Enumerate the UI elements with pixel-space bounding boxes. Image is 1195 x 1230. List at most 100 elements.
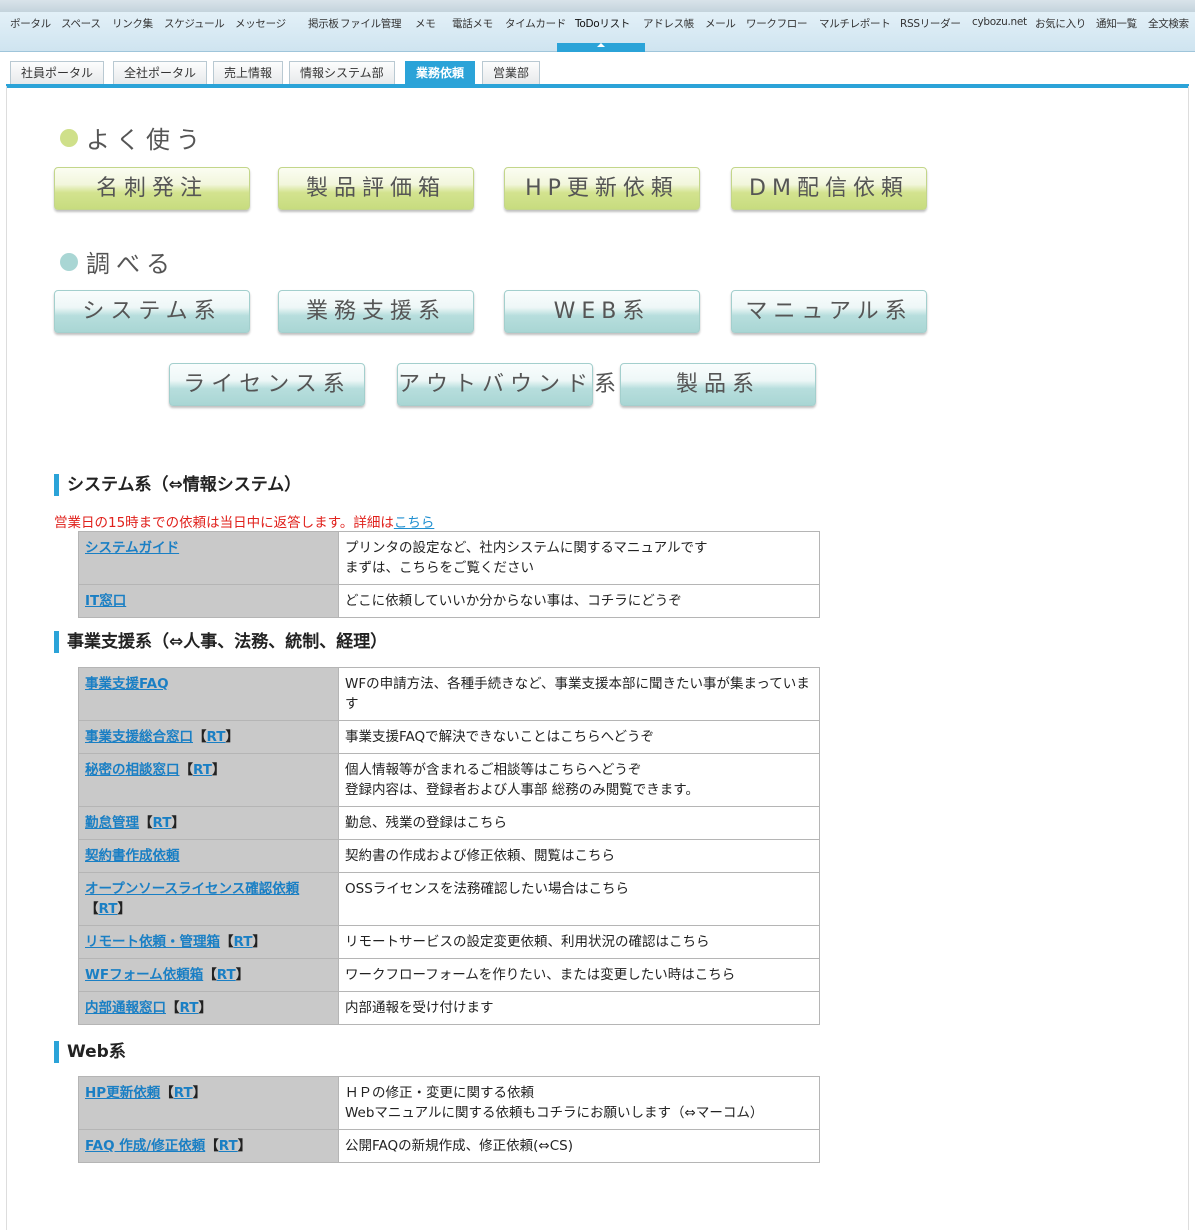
portal-tabs: 社員ポータル 全社ポータル 売上情報 情報システム部 業務依頼 営業部 bbox=[0, 52, 1195, 88]
app-nav-item[interactable]: RSSリーダー bbox=[900, 16, 961, 31]
app-nav-item[interactable]: タイムカード bbox=[505, 16, 566, 31]
link-cell: IT窓口 bbox=[78, 584, 339, 618]
lookup-button[interactable]: ライセンス系 bbox=[169, 363, 365, 406]
bracket-open: 【 bbox=[166, 1000, 180, 1016]
bracket-close: 】 bbox=[237, 1138, 252, 1154]
app-nav-item[interactable]: メッセージ bbox=[235, 16, 286, 31]
app-nav-item[interactable]: スペース bbox=[61, 16, 101, 31]
rt-link[interactable]: RT bbox=[99, 901, 118, 917]
service-link[interactable]: システムガイド bbox=[85, 540, 179, 556]
frequent-button[interactable]: 製品評価箱 bbox=[278, 167, 474, 210]
notice-details-link[interactable]: こちら bbox=[394, 515, 435, 531]
app-nav-item[interactable]: cybozu.net bbox=[972, 16, 1027, 28]
link-cell: オープンソースライセンス確認依頼【RT】 bbox=[78, 872, 339, 926]
notice-text: 営業日の15時までの依頼は当日中に返答します。詳細は bbox=[54, 515, 394, 531]
service-link[interactable]: オープンソースライセンス確認依頼 bbox=[85, 881, 299, 897]
active-app-indicator bbox=[557, 43, 645, 52]
table-row: HP更新依頼【RT】 ＨＰの修正・変更に関する依頼 Webマニュアルに関する依頼も… bbox=[78, 1076, 820, 1130]
table-row: オープンソースライセンス確認依頼【RT】 OSSライセンスを法務確認したい場合はこ… bbox=[78, 872, 820, 926]
service-link[interactable]: 秘密の相談窓口 bbox=[85, 762, 180, 778]
system-section-title: システム系（⇔情報システム） bbox=[54, 474, 301, 496]
frequent-button[interactable]: HP更新依頼 bbox=[504, 167, 700, 210]
rt-link[interactable]: RT bbox=[153, 815, 172, 831]
bracket-open: 【 bbox=[205, 1138, 219, 1154]
service-link[interactable]: WFフォーム依頼箱 bbox=[85, 967, 203, 983]
frequent-button[interactable]: 名刺発注 bbox=[54, 167, 250, 210]
service-link[interactable]: 事業支援FAQ bbox=[85, 676, 169, 692]
service-link[interactable]: 契約書作成依頼 bbox=[85, 848, 180, 864]
link-cell: FAQ 作成/修正依頼【RT】 bbox=[78, 1129, 339, 1163]
description-cell: プリンタの設定など、社内システムに関するマニュアルです まずは、こちらをご覧くだ… bbox=[338, 531, 820, 585]
portal-tab[interactable]: 社員ポータル bbox=[10, 61, 105, 84]
lookup-button[interactable]: システム系 bbox=[54, 290, 250, 333]
service-link[interactable]: 勤怠管理 bbox=[85, 815, 139, 831]
portal-tab[interactable]: 営業部 bbox=[482, 61, 541, 84]
link-cell: 秘密の相談窓口【RT】 bbox=[78, 753, 339, 807]
app-nav-item[interactable]: ファイル管理 bbox=[340, 16, 402, 31]
link-cell: システムガイド bbox=[78, 531, 339, 585]
description-cell: 内部通報を受け付けます bbox=[338, 991, 820, 1025]
lookup-button[interactable]: 製品系 bbox=[620, 363, 816, 406]
bracket-open: 【 bbox=[139, 815, 153, 831]
bracket-close: 】 bbox=[252, 934, 267, 950]
green-dot-icon bbox=[60, 128, 78, 147]
app-nav-item[interactable]: 掲示板 bbox=[308, 16, 339, 31]
lookup-button[interactable]: アウトバウンド系 bbox=[397, 363, 616, 406]
link-cell: 内部通報窓口【RT】 bbox=[78, 991, 339, 1025]
table-row: FAQ 作成/修正依頼【RT】 公開FAQの新規作成、修正依頼(⇔CS) bbox=[78, 1129, 820, 1163]
app-nav-item[interactable]: お気に入り bbox=[1035, 16, 1086, 31]
app-nav-item[interactable]: メール bbox=[705, 16, 736, 31]
service-link[interactable]: IT窓口 bbox=[85, 593, 126, 609]
section-frequent-title: よく使う bbox=[86, 126, 206, 154]
content-frame bbox=[6, 86, 1189, 1230]
rt-link[interactable]: RT bbox=[193, 762, 212, 778]
web-section-title: Web系 bbox=[54, 1041, 126, 1063]
app-nav-item[interactable]: リンク集 bbox=[112, 16, 153, 31]
service-link[interactable]: リモート依頼・管理箱 bbox=[85, 934, 220, 950]
rt-link[interactable]: RT bbox=[234, 934, 253, 950]
description-cell: 公開FAQの新規作成、修正依頼(⇔CS) bbox=[338, 1129, 820, 1163]
app-nav-item[interactable]: ToDoリスト bbox=[575, 16, 630, 31]
link-cell: 事業支援FAQ bbox=[78, 667, 339, 721]
description-cell: 事業支援FAQで解決できないことはこちらへどうぞ bbox=[338, 720, 820, 754]
rt-link[interactable]: RT bbox=[219, 1138, 238, 1154]
bracket-open: 【 bbox=[160, 1085, 174, 1101]
lookup-button[interactable]: 業務支援系 bbox=[278, 290, 474, 333]
app-nav-item[interactable]: ポータル bbox=[10, 16, 51, 31]
service-link[interactable]: 事業支援総合窓口 bbox=[85, 729, 193, 745]
portal-tab[interactable]: 業務依頼 bbox=[405, 61, 476, 84]
rt-link[interactable]: RT bbox=[180, 1000, 199, 1016]
app-nav-item[interactable]: マルチレポート bbox=[819, 16, 891, 31]
service-link[interactable]: FAQ 作成/修正依頼 bbox=[85, 1138, 205, 1154]
description-cell: ＨＰの修正・変更に関する依頼 Webマニュアルに関する依頼もコチラにお願いします… bbox=[338, 1076, 820, 1130]
portal-tab[interactable]: 情報システム部 bbox=[289, 61, 395, 84]
app-nav-item[interactable]: ワークフロー bbox=[746, 16, 808, 31]
rt-link[interactable]: RT bbox=[217, 967, 236, 983]
table-row: リモート依頼・管理箱【RT】 リモートサービスの設定変更依頼、利用状況の確認はこち… bbox=[78, 925, 820, 959]
app-nav-item[interactable]: 全文検索 bbox=[1148, 16, 1189, 31]
teal-dot-icon bbox=[60, 252, 78, 271]
portal-tab[interactable]: 売上情報 bbox=[213, 61, 284, 84]
description-cell: リモートサービスの設定変更依頼、利用状況の確認はこちら bbox=[338, 925, 820, 959]
lookup-button[interactable]: WEB系 bbox=[504, 290, 700, 333]
business-links-table: 事業支援FAQ WFの申請方法、各種手続きなど、事業支援本部に聞きたい事が集まって… bbox=[78, 667, 820, 1025]
table-row: 事業支援FAQ WFの申請方法、各種手続きなど、事業支援本部に聞きたい事が集まって… bbox=[78, 667, 820, 721]
frequent-button[interactable]: DM配信依頼 bbox=[731, 167, 927, 210]
lookup-button[interactable]: マニュアル系 bbox=[731, 290, 927, 333]
rt-link[interactable]: RT bbox=[207, 729, 226, 745]
description-cell: どこに依頼していいか分からない事は、コチラにどうぞ bbox=[338, 584, 820, 618]
service-link[interactable]: HP更新依頼 bbox=[85, 1085, 160, 1101]
app-nav-item[interactable]: スケジュール bbox=[164, 16, 225, 31]
app-nav-item[interactable]: 電話メモ bbox=[452, 16, 493, 31]
table-row: 契約書作成依頼 契約書の作成および修正依頼、閲覧はこちら bbox=[78, 839, 820, 873]
portal-tab[interactable]: 全社ポータル bbox=[113, 61, 208, 84]
app-nav-item[interactable]: アドレス帳 bbox=[643, 16, 694, 31]
table-row: 勤怠管理【RT】 勤怠、残業の登録はこちら bbox=[78, 806, 820, 840]
link-cell: 勤怠管理【RT】 bbox=[78, 806, 339, 840]
link-cell: WFフォーム依頼箱【RT】 bbox=[78, 958, 339, 992]
bracket-close: 】 bbox=[171, 815, 186, 831]
service-link[interactable]: 内部通報窓口 bbox=[85, 1000, 166, 1016]
app-nav-item[interactable]: 通知一覧 bbox=[1096, 16, 1137, 31]
rt-link[interactable]: RT bbox=[174, 1085, 193, 1101]
app-nav-item[interactable]: メモ bbox=[415, 16, 436, 31]
